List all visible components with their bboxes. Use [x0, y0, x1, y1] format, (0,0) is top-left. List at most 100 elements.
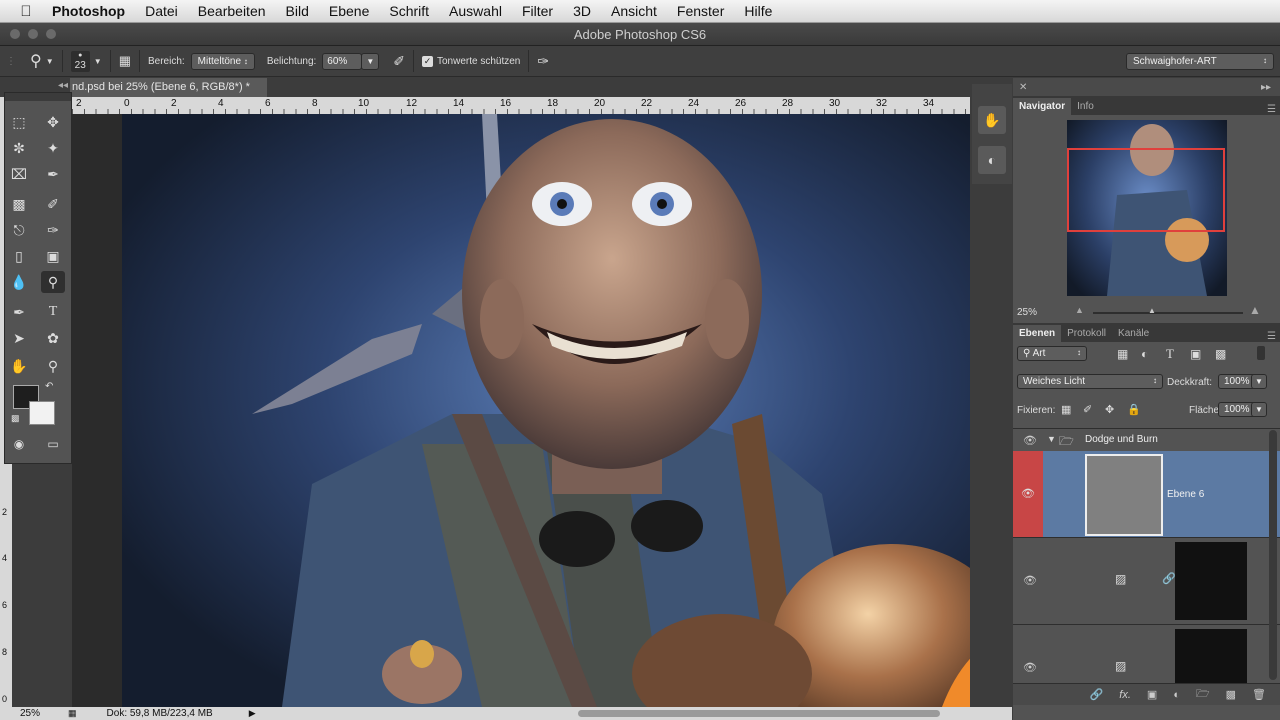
dodge-tool-icon[interactable]: ⚲ — [41, 271, 65, 293]
horizontal-ruler[interactable]: 2 0 2 4 6 8 10 12 14 16 18 20 22 24 26 2… — [72, 97, 970, 114]
tool-presets-icon[interactable]: ✋ — [978, 106, 1006, 134]
menu-3d[interactable]: 3D — [573, 3, 591, 19]
opacity-dropdown[interactable]: ▼ — [1251, 374, 1267, 389]
magic-wand-tool-icon[interactable]: ✦ — [41, 137, 65, 159]
blend-mode-select[interactable]: Weiches Licht ↕ — [1017, 374, 1163, 389]
link-icon[interactable]: 🔗 — [1162, 572, 1176, 585]
lock-transparency-icon[interactable]: ▦ — [1061, 403, 1071, 416]
pressure-icon[interactable]: ✑ — [537, 53, 549, 70]
close-window-button[interactable] — [10, 29, 20, 39]
path-selection-tool-icon[interactable]: ➤ — [7, 327, 31, 349]
visibility-eye-icon[interactable]: 👁 — [1023, 434, 1037, 447]
crop-tool-icon[interactable]: ⌧ — [7, 163, 31, 185]
menu-ansicht[interactable]: Ansicht — [611, 3, 657, 19]
zoom-tool-icon[interactable]: ⚲ — [41, 355, 65, 377]
status-zoom[interactable]: 25% — [20, 708, 40, 719]
add-mask-icon[interactable]: ▣ — [1147, 688, 1157, 701]
type-tool-icon[interactable]: T — [41, 301, 65, 323]
layer-row[interactable]: 👁 ▨ … — [1013, 625, 1280, 684]
brush-tool-icon[interactable]: ✐ — [41, 193, 65, 215]
dock-expand-icon[interactable]: ▸▸ — [1261, 82, 1271, 93]
background-color-swatch[interactable] — [29, 401, 55, 425]
bereich-select[interactable]: Mitteltöne ↕ — [190, 52, 255, 70]
menu-datei[interactable]: Datei — [145, 3, 178, 19]
tab-info[interactable]: Info — [1071, 98, 1100, 115]
belichtung-input[interactable]: 60% — [322, 52, 363, 70]
tab-navigator[interactable]: Navigator — [1013, 98, 1072, 115]
visibility-eye-icon[interactable]: 👁 — [1023, 661, 1037, 674]
zoom-in-icon[interactable]: ▲ — [1249, 303, 1261, 317]
tab-ebenen[interactable]: Ebenen — [1013, 325, 1062, 342]
brush-panel-icon[interactable]: ▦ — [119, 53, 131, 69]
zoom-out-icon[interactable]: ▲ — [1075, 305, 1084, 315]
zoom-window-button[interactable] — [46, 29, 56, 39]
minimize-window-button[interactable] — [28, 29, 38, 39]
disclosure-triangle-icon[interactable]: ▼ — [1047, 434, 1056, 444]
visibility-eye-icon[interactable]: 👁 — [1023, 574, 1037, 587]
tab-kanaele[interactable]: Kanäle — [1112, 325, 1155, 342]
lock-pixels-icon[interactable]: ✐ — [1083, 403, 1092, 416]
menu-hilfe[interactable]: Hilfe — [744, 3, 772, 19]
layer-visibility-column[interactable]: 👁 — [1013, 451, 1043, 537]
opacity-input[interactable]: 100% — [1218, 374, 1256, 389]
status-doc-icon[interactable]: ▦ — [68, 708, 77, 719]
belichtung-dropdown[interactable]: ▼ — [361, 52, 380, 70]
chevron-down-icon[interactable]: ▼ — [94, 57, 102, 66]
new-group-icon[interactable]: 🗁 — [1196, 685, 1210, 704]
lock-position-icon[interactable]: ✥ — [1105, 403, 1114, 416]
airbrush-icon[interactable]: ✐ — [393, 53, 405, 70]
hand-tool-icon[interactable]: ✋ — [7, 355, 31, 377]
menu-auswahl[interactable]: Auswahl — [449, 3, 502, 19]
screen-mode-icon[interactable]: ▭ — [41, 433, 65, 455]
navigator-view-rectangle[interactable] — [1067, 148, 1225, 232]
dock-collapse-icon[interactable]: ✕ — [1019, 82, 1027, 93]
new-layer-icon[interactable]: ▩ — [1226, 688, 1236, 701]
healing-brush-tool-icon[interactable]: ▩ — [7, 193, 31, 215]
eraser-tool-icon[interactable]: ▯ — [7, 245, 31, 267]
workspace-select[interactable]: Schwaighofer-ART ↕ — [1126, 52, 1274, 70]
layer-row-selected[interactable]: 👁 Ebene 6 — [1013, 451, 1280, 538]
filter-type-icon[interactable]: T — [1166, 346, 1174, 362]
brush-size-picker[interactable]: ● 23 — [70, 50, 90, 72]
menu-fenster[interactable]: Fenster — [677, 3, 724, 19]
filter-smart-object-icon[interactable]: ▩ — [1215, 347, 1226, 361]
marquee-tool-icon[interactable]: ⬚ — [7, 111, 31, 133]
lasso-tool-icon[interactable]: ✼ — [7, 137, 31, 159]
menu-app-name[interactable]: Photoshop — [52, 3, 125, 19]
shape-tool-icon[interactable]: ✿ — [41, 327, 65, 349]
clone-stamp-tool-icon[interactable]: ⎋ — [7, 219, 31, 241]
navigator-zoom-value[interactable]: 25% — [1017, 307, 1037, 318]
panel-grip[interactable] — [5, 93, 71, 101]
tab-protokoll[interactable]: Protokoll — [1061, 325, 1112, 342]
fill-input[interactable]: 100% — [1218, 402, 1256, 417]
trash-icon[interactable]: 🗑 — [1252, 688, 1266, 701]
menu-ebene[interactable]: Ebene — [329, 3, 369, 19]
menu-schrift[interactable]: Schrift — [389, 3, 429, 19]
panel-menu-icon[interactable]: ☰ — [1267, 331, 1276, 342]
filter-adjustment-icon[interactable]: ◐ — [1141, 347, 1148, 361]
filter-toggle-switch[interactable] — [1257, 346, 1265, 360]
layers-scrollbar[interactable] — [1269, 430, 1277, 680]
menu-bild[interactable]: Bild — [286, 3, 309, 19]
document-canvas[interactable] — [72, 114, 970, 707]
link-layers-icon[interactable]: 🔗 — [1090, 688, 1104, 701]
default-colors-icon[interactable]: ▩ — [11, 413, 20, 424]
close-icon[interactable]: ◂◂ — [58, 80, 68, 91]
adjustments-icon[interactable]: ◐ — [978, 146, 1006, 174]
navigator-zoom-slider[interactable] — [1093, 312, 1243, 314]
menu-bearbeiten[interactable]: Bearbeiten — [198, 3, 266, 19]
document-tab[interactable]: nd.psd bei 25% (Ebene 6, RGB/8*) * — [70, 78, 267, 97]
filter-pixel-icon[interactable]: ▦ — [1117, 347, 1128, 361]
move-tool-icon[interactable]: ✥ — [41, 111, 65, 133]
chevron-down-icon[interactable]: ▼ — [46, 57, 54, 66]
fx-icon[interactable]: fx. — [1119, 689, 1131, 701]
menu-filter[interactable]: Filter — [522, 3, 553, 19]
adjustment-layer-icon[interactable]: ◐ — [1173, 689, 1180, 701]
apple-icon[interactable]:  — [0, 3, 52, 20]
filter-shape-icon[interactable]: ▣ — [1190, 347, 1201, 361]
layer-mask-thumbnail[interactable] — [1175, 629, 1247, 683]
dodge-tool-preset-icon[interactable]: ⚲ — [30, 51, 42, 71]
eyedropper-tool-icon[interactable]: ✒ — [41, 163, 65, 185]
fill-dropdown[interactable]: ▼ — [1251, 402, 1267, 417]
gradient-tool-icon[interactable]: ▣ — [41, 245, 65, 267]
